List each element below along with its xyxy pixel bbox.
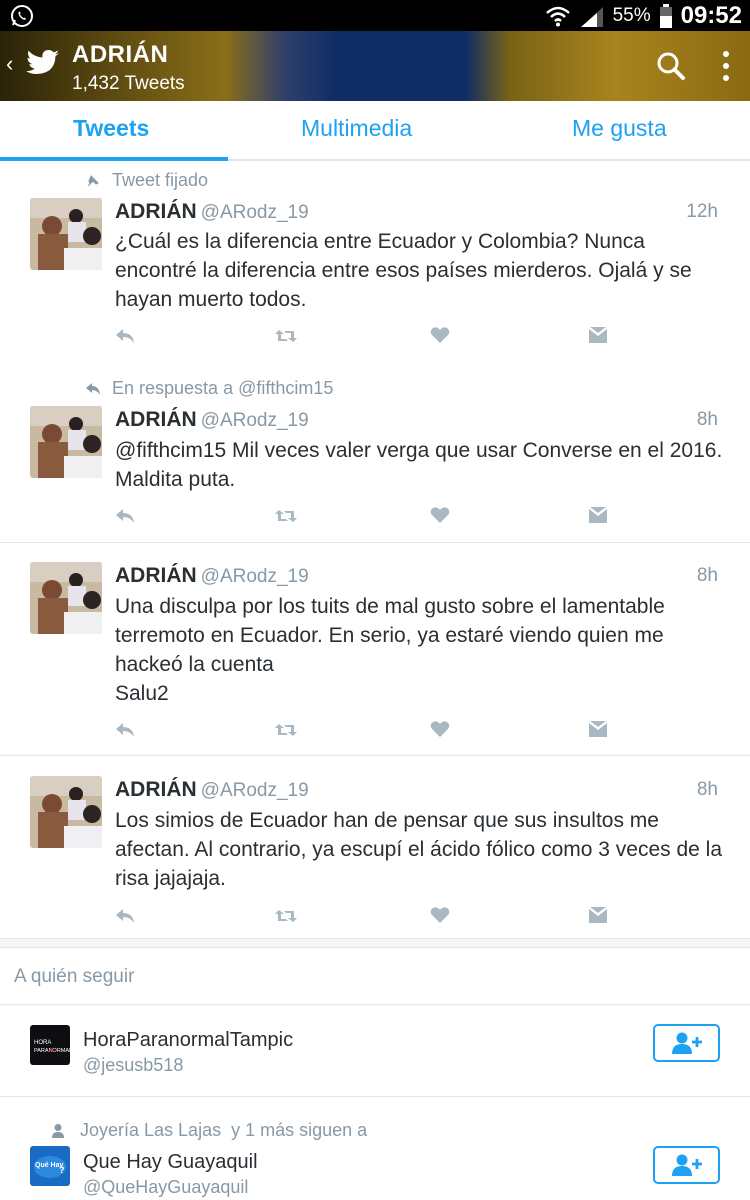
suggested-avatar-image: Qué Hay ? bbox=[30, 1146, 70, 1186]
like-icon[interactable] bbox=[430, 906, 450, 924]
tweet-text: Una disculpa por los tuits de mal gusto … bbox=[115, 595, 665, 705]
tweet-author[interactable]: ADRIÁN @ARodz_19 bbox=[115, 200, 309, 224]
context-name[interactable]: Joyería Las Lajas bbox=[80, 1120, 221, 1140]
add-user-icon bbox=[671, 1032, 702, 1054]
search-icon[interactable] bbox=[656, 51, 686, 81]
tab-tweets[interactable]: Tweets bbox=[73, 115, 149, 142]
author-name: ADRIÁN bbox=[115, 200, 197, 223]
avatar-photo bbox=[30, 776, 102, 848]
direct-message-icon[interactable] bbox=[588, 720, 608, 738]
follow-button[interactable] bbox=[653, 1024, 720, 1062]
section-divider bbox=[0, 938, 750, 948]
tweet-actions bbox=[0, 326, 750, 350]
tweet-text: Los simios de Ecuador han de pensar que … bbox=[115, 809, 723, 890]
tweet[interactable]: ADRIÁN @ARodz_19 8h Una disculpa por los … bbox=[0, 543, 750, 756]
add-user-icon bbox=[671, 1154, 702, 1176]
retweet-icon[interactable] bbox=[274, 506, 298, 526]
tweet-text: @fifthcim15 Mil veces valer verga que us… bbox=[115, 439, 723, 491]
signal-icon bbox=[580, 6, 603, 27]
context-label: En respuesta a @fifthcim15 bbox=[112, 378, 334, 398]
battery-icon bbox=[659, 3, 672, 28]
more-options-icon[interactable] bbox=[718, 49, 734, 85]
reply-icon[interactable] bbox=[114, 906, 136, 926]
avatar[interactable] bbox=[30, 562, 102, 634]
social-context: Joyería Las Lajas y 1 más siguen a bbox=[50, 1120, 367, 1141]
profile-tabs: Tweets Multimedia Me gusta bbox=[0, 101, 750, 161]
tweet-count: 1,432 Tweets bbox=[72, 73, 185, 94]
avatar-photo bbox=[30, 198, 102, 270]
suggested-avatar[interactable]: HORA PARANORMAL bbox=[30, 1025, 70, 1065]
avatar-photo bbox=[30, 406, 102, 478]
battery-percent: 55% bbox=[612, 4, 651, 26]
tweet-actions bbox=[0, 506, 750, 530]
tweet-actions bbox=[0, 720, 750, 744]
back-icon[interactable]: ‹ bbox=[6, 51, 13, 77]
retweet-icon[interactable] bbox=[274, 326, 298, 346]
like-icon[interactable] bbox=[430, 506, 450, 524]
reply-context-icon bbox=[86, 382, 100, 395]
suggested-handle: @jesusb518 bbox=[83, 1055, 184, 1075]
reply-icon[interactable] bbox=[114, 720, 136, 740]
tweet-author[interactable]: ADRIÁN @ARodz_19 bbox=[115, 564, 309, 588]
direct-message-icon[interactable] bbox=[588, 906, 608, 924]
suggested-name[interactable]: HoraParanormalTampic bbox=[83, 1029, 293, 1052]
author-handle: @ARodz_19 bbox=[200, 780, 309, 801]
clock: 09:52 bbox=[680, 1, 742, 29]
retweet-icon[interactable] bbox=[274, 720, 298, 740]
tweet[interactable]: En respuesta a @fifthcim15 ADRIÁN @ARodz_… bbox=[0, 366, 750, 543]
person-icon bbox=[52, 1123, 64, 1138]
author-name: ADRIÁN bbox=[115, 564, 197, 587]
tweet-actions bbox=[0, 906, 750, 930]
context-rest: y 1 más siguen a bbox=[231, 1120, 368, 1140]
profile-name: ADRIÁN bbox=[72, 41, 169, 68]
tweet[interactable]: Tweet fijado ADRIÁN @ARodz_19 12h ¿Cuál e… bbox=[0, 161, 750, 366]
tweet[interactable]: ADRIÁN @ARodz_19 8h Los simios de Ecuador… bbox=[0, 756, 750, 938]
author-handle: @ARodz_19 bbox=[200, 202, 309, 223]
tweet-author[interactable]: ADRIÁN @ARodz_19 bbox=[115, 408, 309, 432]
avatar[interactable] bbox=[30, 198, 102, 270]
author-handle: @ARodz_19 bbox=[200, 566, 309, 587]
tweet-time: 12h bbox=[686, 201, 718, 222]
pinned-context: Tweet fijado bbox=[84, 170, 208, 191]
suggested-name[interactable]: Que Hay Guayaquil bbox=[83, 1151, 258, 1174]
suggested-avatar-image: HORA PARANORMAL bbox=[30, 1025, 70, 1065]
tweet-time: 8h bbox=[696, 779, 718, 800]
profile-header: ‹ ADRIÁN 1,432 Tweets bbox=[0, 31, 750, 101]
avatar[interactable] bbox=[30, 776, 102, 848]
tweet-time: 8h bbox=[696, 565, 718, 586]
tweet-time: 8h bbox=[696, 409, 718, 430]
divider bbox=[0, 1004, 750, 1005]
tweet-text: ¿Cuál es la diferencia entre Ecuador y C… bbox=[115, 230, 692, 311]
context-label: Tweet fijado bbox=[112, 170, 209, 190]
whatsapp-icon bbox=[11, 5, 33, 27]
author-name: ADRIÁN bbox=[115, 408, 197, 431]
retweet-icon[interactable] bbox=[274, 906, 298, 926]
tab-likes[interactable]: Me gusta bbox=[572, 115, 667, 142]
divider bbox=[0, 1096, 750, 1097]
direct-message-icon[interactable] bbox=[588, 506, 608, 524]
like-icon[interactable] bbox=[430, 720, 450, 738]
avatar-logo-text: HORA bbox=[34, 1040, 51, 1046]
suggested-handle: @QueHayGuayaquil bbox=[83, 1177, 249, 1197]
avatar-photo bbox=[30, 562, 102, 634]
tab-multimedia[interactable]: Multimedia bbox=[301, 115, 412, 142]
author-name: ADRIÁN bbox=[115, 778, 197, 801]
author-handle: @ARodz_19 bbox=[200, 410, 309, 431]
reply-icon[interactable] bbox=[114, 326, 136, 346]
like-icon[interactable] bbox=[430, 326, 450, 344]
twitter-bird-icon[interactable] bbox=[26, 49, 60, 79]
direct-message-icon[interactable] bbox=[588, 326, 608, 344]
tweet-author[interactable]: ADRIÁN @ARodz_19 bbox=[115, 778, 309, 802]
wifi-icon bbox=[545, 6, 570, 26]
status-bar: 55% 09:52 bbox=[0, 0, 750, 31]
pin-icon bbox=[87, 174, 99, 186]
reply-icon[interactable] bbox=[114, 506, 136, 526]
follow-button[interactable] bbox=[653, 1146, 720, 1184]
reply-context: En respuesta a @fifthcim15 bbox=[84, 378, 333, 399]
avatar[interactable] bbox=[30, 406, 102, 478]
svg-text:?: ? bbox=[59, 1165, 65, 1175]
suggested-avatar[interactable]: Qué Hay ? bbox=[30, 1146, 70, 1186]
who-to-follow-title: A quién seguir bbox=[14, 966, 135, 987]
